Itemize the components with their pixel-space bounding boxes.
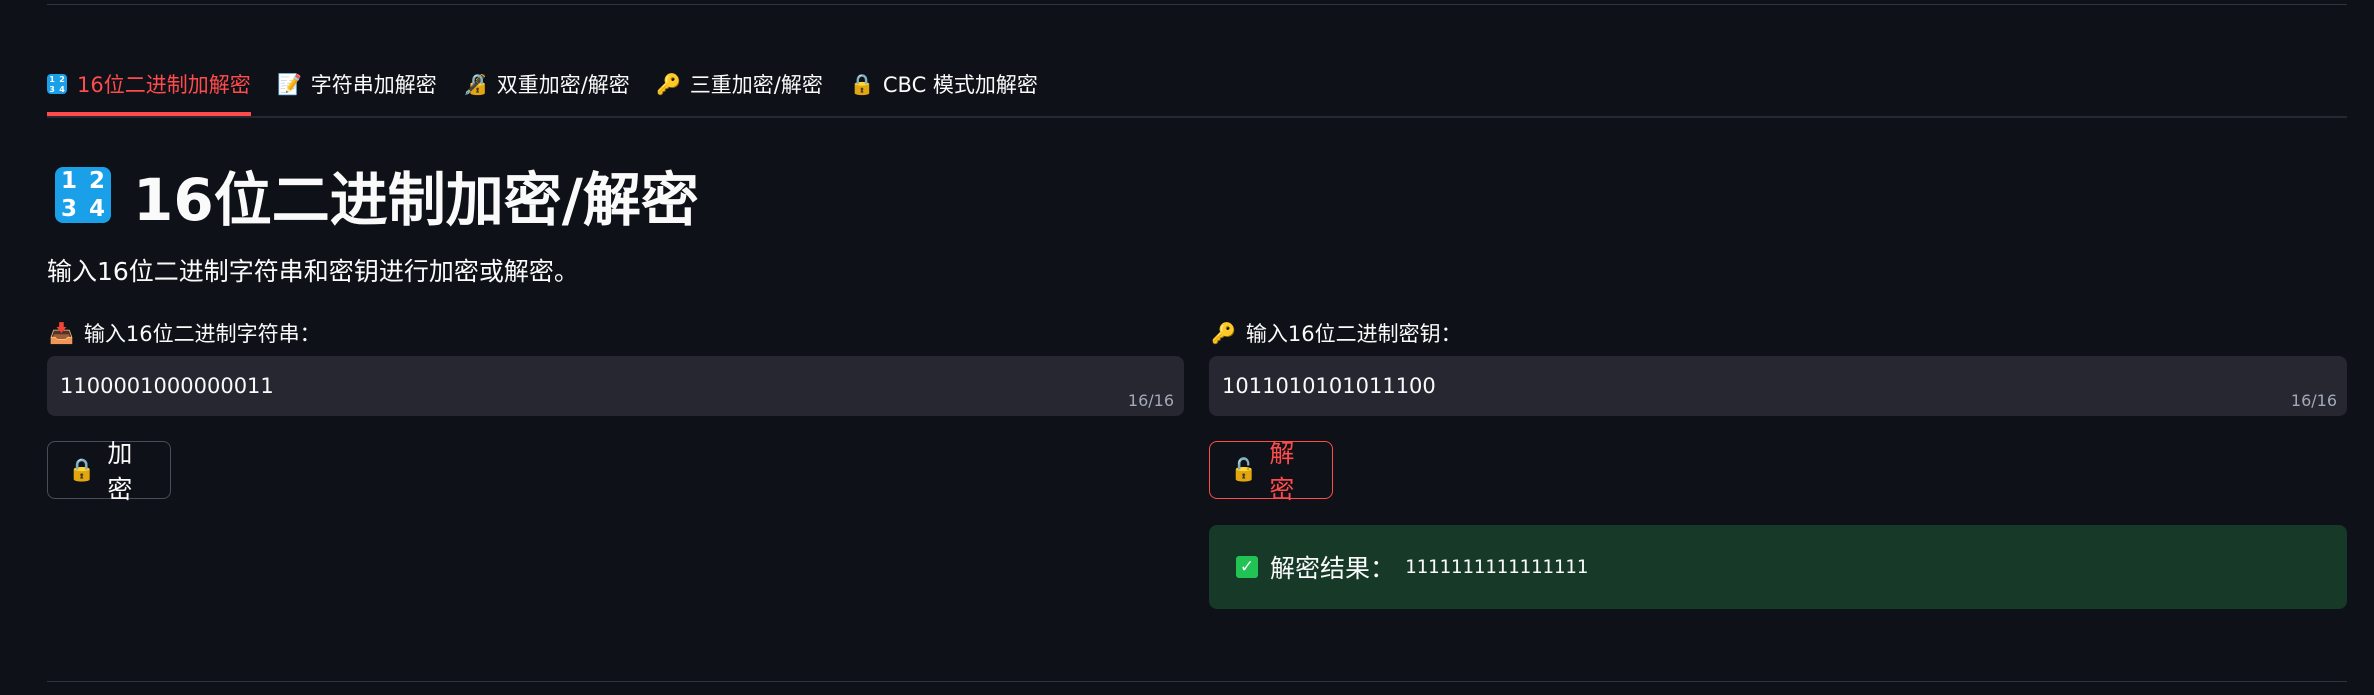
key-input-label: 🔑 输入16位二进制密钥：: [1211, 318, 1462, 348]
tab-label: 字符串加解密: [310, 73, 437, 97]
tab-binary-16[interactable]: 12 34 16位二进制加解密: [47, 58, 251, 116]
unlocked-icon: 🔓: [1230, 457, 1258, 483]
binary-input-counter: 16/16: [1127, 391, 1174, 410]
lock-icon: 🔒: [68, 457, 96, 483]
tab-triple[interactable]: 🔑 三重加密/解密: [656, 58, 823, 110]
binary-input[interactable]: [47, 356, 1123, 416]
tab-label: CBC 模式加解密: [882, 73, 1038, 97]
tab-cbc[interactable]: 🔒 CBC 模式加解密: [849, 58, 1038, 110]
input-numbers-icon: 12 34: [55, 167, 111, 223]
key-icon: 🔑: [1211, 321, 1236, 345]
check-mark-button-icon: ✓: [1236, 556, 1258, 578]
bottom-divider: [47, 681, 2347, 682]
binary-input-container: 16/16: [47, 356, 1184, 416]
memo-icon: 📝: [277, 72, 303, 96]
tab-bar: 12 34 16位二进制加解密 📝 字符串加解密 🔏 双重加密/解密 🔑 三重加…: [47, 58, 2347, 118]
locked-with-pen-icon: 🔏: [463, 72, 489, 96]
tab-label: 双重加密/解密: [496, 73, 630, 97]
tab-string[interactable]: 📝 字符串加解密: [277, 58, 437, 110]
key-icon: 🔑: [656, 72, 682, 96]
key-input-counter: 16/16: [2290, 391, 2337, 410]
tab-label: 三重加密/解密: [689, 73, 823, 97]
encrypt-button[interactable]: 🔒 加密: [47, 439, 171, 504]
tab-double[interactable]: 🔏 双重加密/解密: [463, 58, 630, 110]
key-input[interactable]: [1209, 356, 2285, 416]
binary-input-label-text: 输入16位二进制字符串：: [83, 322, 321, 346]
inbox-tray-icon: 📥: [49, 321, 74, 345]
lock-icon: 🔒: [849, 72, 875, 96]
decrypt-result-alert: ✓ 解密结果： 1111111111111111: [1209, 525, 2347, 609]
page-description: 输入16位二进制字符串和密钥进行加密或解密。: [47, 257, 579, 286]
page-title-text: 16位二进制加密/解密: [133, 166, 699, 234]
page-title: 12 34 16位二进制加密/解密: [55, 160, 699, 234]
decrypt-button-label: 解密: [1269, 439, 1295, 504]
top-divider: [47, 4, 2347, 5]
encrypt-button-label: 加密: [107, 439, 133, 504]
input-numbers-icon: 12 34: [47, 74, 67, 94]
key-input-container: 16/16: [1209, 356, 2347, 416]
decrypt-button[interactable]: 🔓 解密: [1209, 439, 1333, 504]
binary-input-label: 📥 输入16位二进制字符串：: [49, 318, 321, 348]
result-label: 解密结果：: [1270, 554, 1396, 583]
tab-label: 16位二进制加解密: [77, 73, 251, 97]
result-value: 1111111111111111: [1405, 556, 1589, 578]
key-input-label-text: 输入16位二进制密钥：: [1245, 322, 1462, 346]
